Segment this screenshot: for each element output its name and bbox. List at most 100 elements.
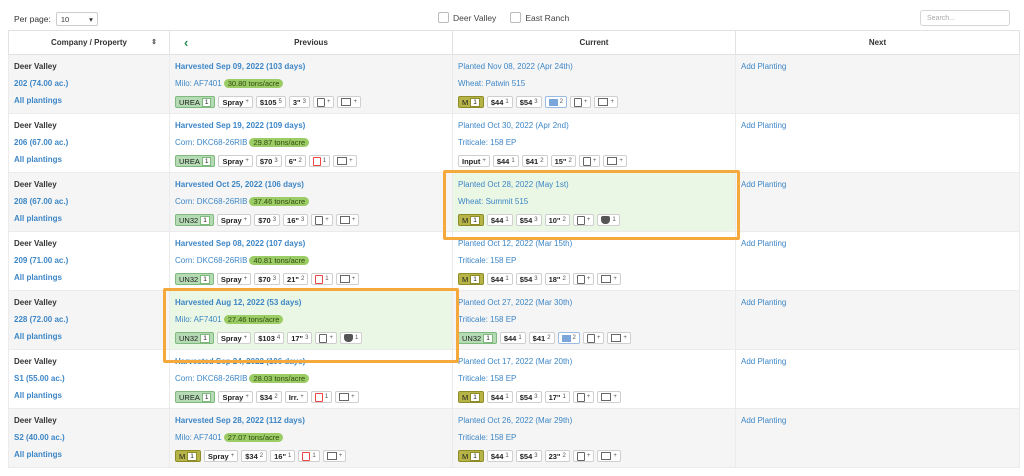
value-chip[interactable]: Spray +	[218, 155, 253, 167]
fertilizer-chip[interactable]: UN32 1	[175, 214, 214, 226]
all-plantings-link[interactable]: All plantings	[14, 153, 164, 170]
manure-chip[interactable]: M1	[458, 273, 484, 285]
planted-title-link[interactable]: Planted Oct 27, 2022 (Mar 30th)	[458, 296, 730, 313]
value-chip[interactable]: 3" 3	[288, 96, 310, 108]
add-planting-link[interactable]: Add Planting	[741, 414, 1014, 431]
fertilizer-chip[interactable]: UN32 1	[175, 332, 214, 344]
document-chip[interactable]: +	[582, 332, 605, 344]
value-chip[interactable]: $34 2	[255, 391, 282, 403]
document-chip[interactable]: +	[312, 96, 335, 108]
value-chip[interactable]: Spray +	[216, 332, 252, 344]
value-chip[interactable]: $70 3	[255, 155, 282, 167]
planted-title-link[interactable]: Planted Oct 26, 2022 (Mar 29th)	[458, 414, 730, 431]
add-planting-link[interactable]: Add Planting	[741, 237, 1014, 254]
value-chip[interactable]: 10" 2	[544, 214, 570, 226]
planted-title-link[interactable]: Planted Oct 17, 2022 (Mar 20th)	[458, 355, 730, 372]
per-page-select[interactable]: 10 ▾	[55, 12, 98, 26]
all-plantings-link[interactable]: All plantings	[14, 212, 164, 229]
value-chip[interactable]: 23" 2	[544, 450, 570, 462]
value-chip[interactable]: $54 3	[515, 391, 542, 403]
value-chip[interactable]: $44 1	[486, 391, 513, 403]
harvest-title-link[interactable]: Harvested Oct 25, 2022 (106 days)	[175, 178, 447, 195]
value-chip[interactable]: $41 2	[528, 332, 555, 344]
harvest-title-link[interactable]: Harvested Sep 08, 2022 (107 days)	[175, 237, 447, 254]
all-plantings-link[interactable]: All plantings	[14, 448, 164, 465]
value-chip[interactable]: $44 1	[486, 273, 513, 285]
document-chip[interactable]: +	[311, 214, 333, 226]
image-chip[interactable]: 2	[557, 332, 580, 344]
planted-title-link[interactable]: Planted Oct 12, 2022 (Mar 15th)	[458, 237, 730, 254]
value-chip[interactable]: 16" 1	[270, 450, 296, 462]
value-chip[interactable]: Irr. +	[284, 391, 308, 403]
add-planting-link[interactable]: Add Planting	[741, 119, 1014, 136]
fertilizer-chip[interactable]: UREA 1	[175, 96, 216, 108]
value-chip[interactable]: $44 1	[492, 155, 519, 167]
planted-title-link[interactable]: Planted Oct 30, 2022 (Apr 2nd)	[458, 119, 730, 136]
map-chip[interactable]: +	[333, 155, 357, 167]
value-chip[interactable]: $41 2	[521, 155, 548, 167]
add-planting-link[interactable]: Add Planting	[741, 296, 1014, 313]
pdf-chip[interactable]: 1	[311, 273, 333, 285]
map-chip[interactable]: +	[335, 214, 360, 226]
value-chip[interactable]: $44 1	[486, 450, 513, 462]
all-plantings-link[interactable]: All plantings	[14, 389, 164, 406]
value-chip[interactable]: Spray +	[216, 273, 252, 285]
map-chip[interactable]: +	[597, 391, 621, 403]
harvest-title-link[interactable]: Harvested Sep 24, 2022 (106 days)	[175, 355, 447, 372]
document-chip[interactable]: +	[572, 391, 595, 403]
add-planting-link[interactable]: Add Planting	[741, 60, 1014, 77]
all-plantings-link[interactable]: All plantings	[14, 94, 164, 111]
value-chip[interactable]: $44 1	[486, 96, 513, 108]
all-plantings-link[interactable]: All plantings	[14, 271, 164, 288]
fertilizer-chip[interactable]: UN32 1	[458, 332, 497, 344]
value-chip[interactable]: 6" 2	[284, 155, 306, 167]
checkbox[interactable]	[510, 12, 522, 23]
equipment-chip[interactable]: 1	[339, 332, 363, 344]
property-link[interactable]: 208 (67.00 ac.)	[14, 195, 164, 212]
chevron-left-icon[interactable]: ‹	[184, 35, 188, 50]
document-chip[interactable]: +	[572, 273, 595, 285]
property-link[interactable]: 228 (72.00 ac.)	[14, 313, 164, 330]
property-link[interactable]: 209 (71.00 ac.)	[14, 254, 164, 271]
document-chip[interactable]: +	[572, 450, 595, 462]
value-chip[interactable]: $70 3	[254, 273, 281, 285]
value-chip[interactable]: 17" 3	[287, 332, 313, 344]
value-chip[interactable]: $103 4	[254, 332, 285, 344]
planted-title-link[interactable]: Planted Nov 08, 2022 (Apr 24th)	[458, 60, 730, 77]
harvest-title-link[interactable]: Harvested Sep 19, 2022 (109 days)	[175, 119, 447, 136]
all-plantings-link[interactable]: All plantings	[14, 330, 164, 347]
add-planting-link[interactable]: Add Planting	[741, 355, 1014, 372]
fertilizer-chip[interactable]: UREA 1	[175, 391, 216, 403]
map-chip[interactable]: +	[607, 332, 631, 344]
value-chip[interactable]: $44 1	[486, 214, 513, 226]
value-chip[interactable]: 15" 2	[550, 155, 576, 167]
filter-deer-valley[interactable]: Deer Valley	[438, 12, 496, 23]
value-chip[interactable]: Spray +	[203, 450, 239, 462]
manure-chip[interactable]: M1	[458, 391, 484, 403]
harvest-title-link[interactable]: Harvested Sep 09, 2022 (103 days)	[175, 60, 447, 77]
value-chip[interactable]: $54 3	[515, 450, 542, 462]
value-chip[interactable]: $70 3	[254, 214, 281, 226]
manure-chip[interactable]: M1	[458, 450, 484, 462]
value-chip[interactable]: $54 3	[515, 214, 542, 226]
property-link[interactable]: S2 (40.00 ac.)	[14, 431, 164, 448]
planted-title-link[interactable]: Planted Oct 28, 2022 (May 1st)	[458, 178, 730, 195]
value-chip[interactable]: Spray +	[216, 214, 252, 226]
value-chip[interactable]: 16" 3	[283, 214, 309, 226]
pdf-chip[interactable]: 1	[298, 450, 320, 462]
add-planting-link[interactable]: Add Planting	[741, 178, 1014, 195]
property-link[interactable]: 202 (74.00 ac.)	[14, 77, 164, 94]
value-chip[interactable]: $54 3	[515, 96, 542, 108]
equipment-chip[interactable]: 1	[597, 214, 620, 226]
value-chip[interactable]: $105 5	[255, 96, 286, 108]
filter-east-ranch[interactable]: East Ranch	[510, 12, 569, 23]
value-chip[interactable]: 18" 2	[544, 273, 570, 285]
fertilizer-chip[interactable]: UN32 1	[175, 273, 214, 285]
harvest-title-link[interactable]: Harvested Aug 12, 2022 (53 days)	[175, 296, 447, 313]
value-chip[interactable]: 17" 1	[544, 391, 570, 403]
document-chip[interactable]: +	[578, 155, 601, 167]
map-chip[interactable]: +	[335, 391, 359, 403]
manure-chip[interactable]: M1	[175, 450, 201, 462]
value-chip[interactable]: 21" 2	[283, 273, 309, 285]
map-chip[interactable]: +	[597, 273, 621, 285]
